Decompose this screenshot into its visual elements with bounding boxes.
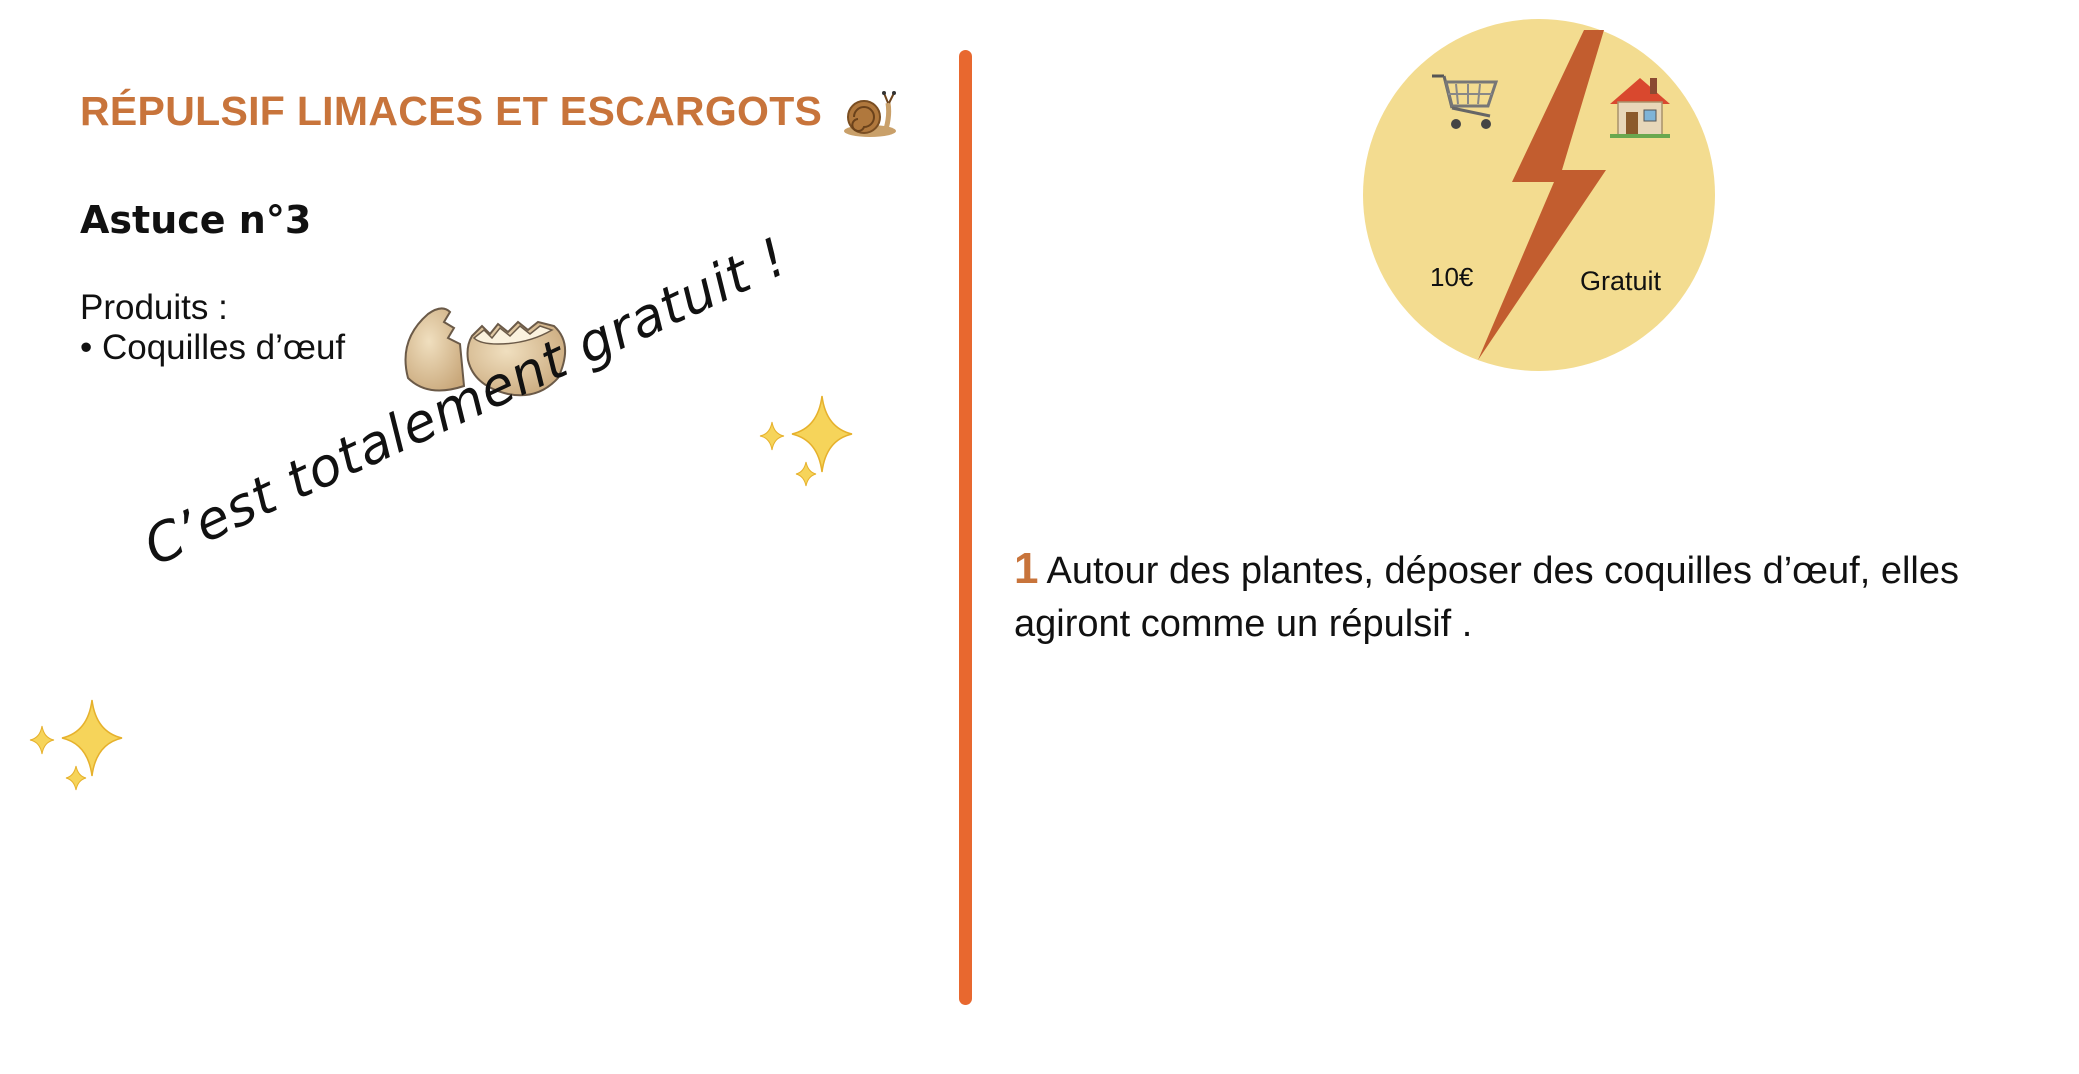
step-number: 1 [1014,544,1039,593]
page-title-text: RÉPULSIF LIMACES ET ESCARGOTS [80,88,823,134]
price-comparison-badge [1363,19,1715,371]
products-item: • Coquilles d’œuf [80,328,346,367]
step-text: Autour des plantes, déposer des coquille… [1014,550,1960,645]
free-note: C’est totalement gratuit ! [135,226,797,579]
home-price: Gratuit [1580,266,1662,296]
sparkles-icon [759,395,853,487]
tip-heading: Astuce n°3 [80,198,312,242]
sparkles-icon [29,699,123,791]
step-1: 1 Autour des plantes, déposer des coquill… [1014,542,2064,651]
vertical-divider [959,50,972,1005]
products-label: Produits : [80,288,228,327]
page-title: RÉPULSIF LIMACES ET ESCARGOTS [80,88,898,139]
store-price: 10€ [1430,262,1474,292]
snail-icon [843,91,896,138]
